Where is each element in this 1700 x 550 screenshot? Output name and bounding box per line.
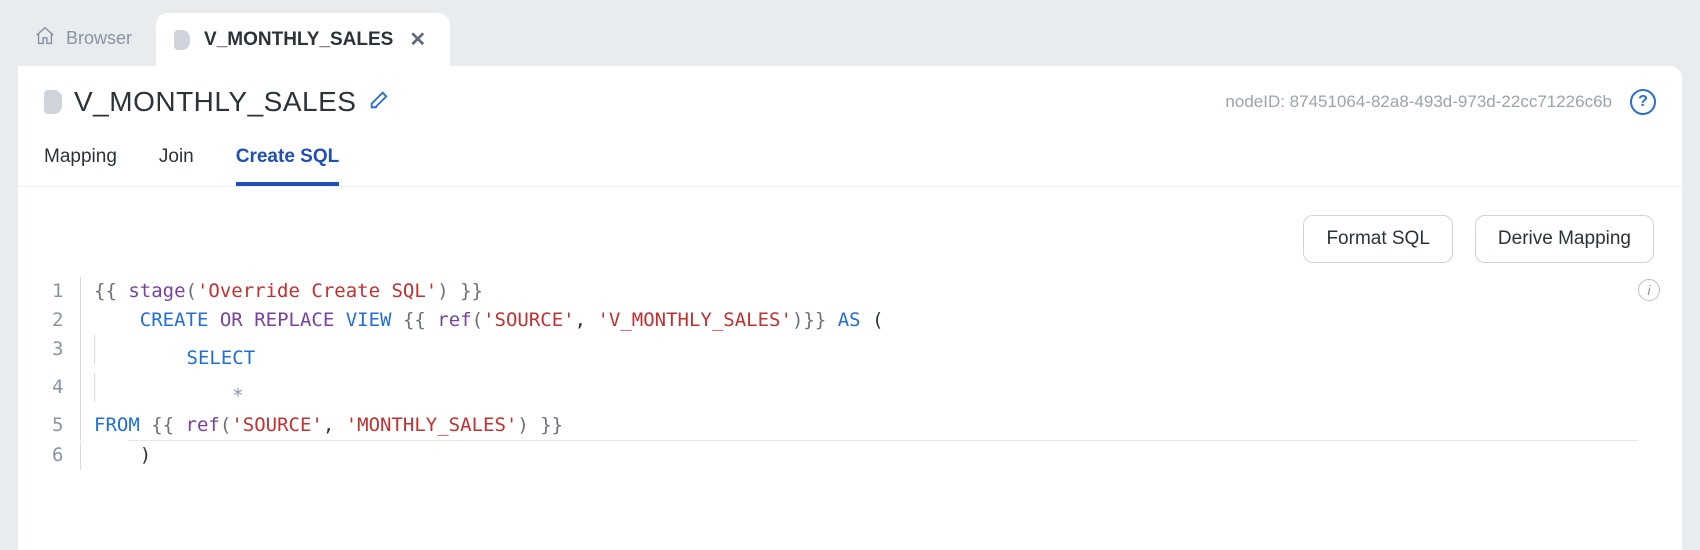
header-row: V_MONTHLY_SALES nodeID: 87451064-82a8-49… bbox=[18, 66, 1682, 126]
code-line: 5 FROM {{ ref('SOURCE', 'MONTHLY_SALES')… bbox=[52, 411, 1660, 440]
sql-editor[interactable]: i 1 {{ stage('Override Create SQL') }} 2… bbox=[18, 277, 1682, 470]
code-line: 4 * bbox=[52, 373, 1660, 411]
tab-browser-label: Browser bbox=[66, 28, 132, 49]
code-line: 6 ) bbox=[52, 441, 1660, 470]
code[interactable]: SELECT bbox=[94, 335, 1660, 373]
line-number: 1 bbox=[52, 277, 80, 306]
tab-bar: Browser V_MONTHLY_SALES ✕ bbox=[18, 10, 1682, 66]
close-icon[interactable]: ✕ bbox=[407, 27, 428, 52]
derive-mapping-button[interactable]: Derive Mapping bbox=[1475, 215, 1654, 263]
tab-create-sql[interactable]: Create SQL bbox=[236, 146, 339, 186]
code-line: 1 {{ stage('Override Create SQL') }} bbox=[52, 277, 1660, 306]
code[interactable]: {{ stage('Override Create SQL') }} bbox=[94, 277, 1660, 306]
code[interactable]: FROM {{ ref('SOURCE', 'MONTHLY_SALES') }… bbox=[94, 411, 1660, 440]
node-icon bbox=[174, 30, 190, 50]
help-icon[interactable]: ? bbox=[1630, 89, 1656, 115]
code[interactable]: * bbox=[94, 373, 1660, 411]
gutter bbox=[80, 335, 90, 373]
page-root: Browser V_MONTHLY_SALES ✕ V_MONTHLY_SALE… bbox=[0, 0, 1700, 550]
tab-active[interactable]: V_MONTHLY_SALES ✕ bbox=[156, 13, 450, 66]
tab-active-label: V_MONTHLY_SALES bbox=[204, 29, 393, 51]
gutter bbox=[80, 411, 90, 440]
format-sql-button[interactable]: Format SQL bbox=[1303, 215, 1452, 263]
line-number: 3 bbox=[52, 335, 80, 364]
info-icon[interactable]: i bbox=[1638, 279, 1660, 301]
tab-mapping[interactable]: Mapping bbox=[44, 146, 117, 186]
tab-browser[interactable]: Browser bbox=[18, 11, 156, 66]
line-number: 2 bbox=[52, 306, 80, 335]
main-panel: V_MONTHLY_SALES nodeID: 87451064-82a8-49… bbox=[18, 66, 1682, 550]
edit-title-button[interactable] bbox=[368, 89, 390, 116]
code[interactable]: CREATE OR REPLACE VIEW {{ ref('SOURCE', … bbox=[94, 306, 1660, 335]
code[interactable]: ) bbox=[94, 441, 1660, 470]
line-number: 5 bbox=[52, 411, 80, 440]
gutter bbox=[80, 277, 90, 306]
gutter bbox=[80, 306, 90, 335]
node-icon bbox=[44, 90, 62, 114]
page-title: V_MONTHLY_SALES bbox=[74, 86, 356, 118]
editor-toolbar: Format SQL Derive Mapping bbox=[18, 187, 1682, 277]
home-icon bbox=[34, 25, 56, 52]
line-number: 4 bbox=[52, 373, 80, 402]
gutter bbox=[80, 373, 90, 411]
title-wrap: V_MONTHLY_SALES bbox=[44, 86, 390, 118]
line-number: 6 bbox=[52, 441, 80, 470]
tab-join[interactable]: Join bbox=[159, 146, 194, 186]
code-line: 3 SELECT bbox=[52, 335, 1660, 373]
node-id: nodeID: 87451064-82a8-493d-973d-22cc7122… bbox=[1225, 92, 1612, 112]
subtab-bar: Mapping Join Create SQL bbox=[18, 126, 1682, 187]
gutter bbox=[80, 441, 90, 470]
code-line: 2 CREATE OR REPLACE VIEW {{ ref('SOURCE'… bbox=[52, 306, 1660, 335]
meta-wrap: nodeID: 87451064-82a8-493d-973d-22cc7122… bbox=[1225, 89, 1656, 115]
